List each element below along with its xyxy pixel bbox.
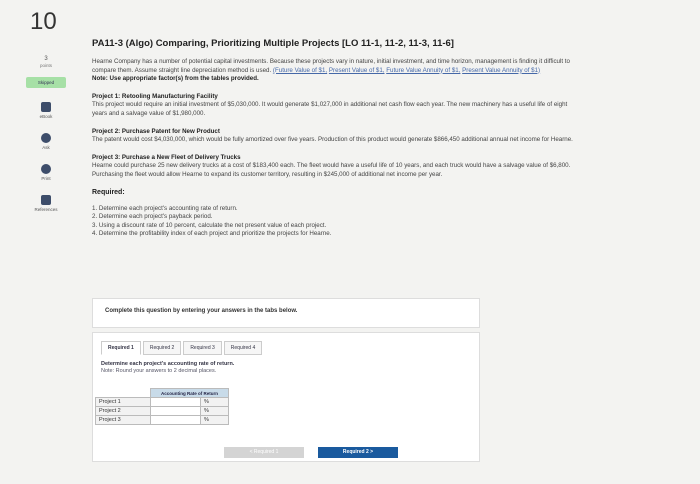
required-heading: Required: xyxy=(92,188,125,196)
intro-note: Note: Use appropriate factor(s) from the… xyxy=(92,75,259,83)
next-required-button[interactable]: Required 2 > xyxy=(318,447,398,458)
project-text: This project would require an initial in… xyxy=(92,101,568,117)
future-value-annuity-link[interactable]: Future Value Annuity of $1, xyxy=(386,67,460,74)
question-page: 10 PA11-3 (Algo) Comparing, Prioritizing… xyxy=(0,0,700,484)
arr-table: Accounting Rate of Return Project 1 % Pr… xyxy=(95,388,229,425)
present-value-link[interactable]: Present Value of $1, xyxy=(329,67,385,74)
required-list: 1. Determine each project's accounting r… xyxy=(92,205,582,238)
print-button[interactable]: Print xyxy=(26,164,66,181)
project-title: Project 2: Purchase Patent for New Produ… xyxy=(92,127,220,135)
project-title: Project 3: Purchase a New Fleet of Deliv… xyxy=(92,153,241,161)
question-number: 10 xyxy=(30,8,57,35)
tab-note: Note: Round your answers to 2 decimal pl… xyxy=(101,368,217,374)
percent-unit: % xyxy=(200,406,229,416)
future-value-link[interactable]: (Future Value of $1, xyxy=(273,67,327,74)
instruction-card: Complete this question by entering your … xyxy=(92,298,480,328)
required-item: 3. Using a discount rate of 10 percent, … xyxy=(92,221,327,229)
required-item: 2. Determine each project's payback peri… xyxy=(92,213,213,221)
print-label: Print xyxy=(41,176,51,181)
ask-icon xyxy=(41,133,51,143)
percent-unit: % xyxy=(200,397,229,407)
table-row: Project 3 % xyxy=(95,415,229,425)
table-row: Project 2 % xyxy=(95,406,229,416)
table-row: Project 1 % xyxy=(95,397,229,407)
points-label: points xyxy=(39,63,52,68)
percent-unit: % xyxy=(200,415,229,425)
instruction-text: Complete this question by entering your … xyxy=(105,308,298,314)
print-icon xyxy=(41,164,51,174)
answer-panel: Required 1 Required 2 Required 3 Require… xyxy=(92,332,480,462)
row-label: Project 2 xyxy=(95,406,151,416)
project-1-arr-input[interactable] xyxy=(150,397,201,407)
tab-prompt: Determine each project's accounting rate… xyxy=(101,361,235,367)
project-1: Project 1: Retooling Manufacturing Facil… xyxy=(92,93,582,119)
ask-label: Ask xyxy=(42,145,50,150)
required-item: 1. Determine each project's accounting r… xyxy=(92,205,238,213)
question-sidebar: 3 points Skipped eBook Ask Print Referen… xyxy=(26,56,66,212)
ebook-button[interactable]: eBook xyxy=(26,102,66,119)
points-value: 3 xyxy=(44,56,48,62)
references-icon xyxy=(41,195,51,205)
arr-column-header: Accounting Rate of Return xyxy=(150,388,229,398)
tab-required-1[interactable]: Required 1 xyxy=(101,341,141,355)
references-button[interactable]: References xyxy=(26,195,66,212)
project-3-arr-input[interactable] xyxy=(150,415,201,425)
previous-required-button[interactable]: < Required 1 xyxy=(224,447,304,458)
intro-paragraph: Hearne Company has a number of potential… xyxy=(92,58,582,84)
ebook-label: eBook xyxy=(39,114,53,119)
tab-required-2[interactable]: Required 2 xyxy=(142,341,182,355)
question-body: Hearne Company has a number of potential… xyxy=(92,58,582,238)
answer-tabs: Required 1 Required 2 Required 3 Require… xyxy=(101,341,264,355)
status-badge: Skipped xyxy=(26,77,66,88)
present-value-annuity-link[interactable]: Present Value Annuity of $1) xyxy=(462,67,540,74)
tab-required-4[interactable]: Required 4 xyxy=(223,341,263,355)
project-2: Project 2: Purchase Patent for New Produ… xyxy=(92,128,582,145)
project-2-arr-input[interactable] xyxy=(150,406,201,416)
ask-button[interactable]: Ask xyxy=(26,133,66,150)
references-label: References xyxy=(34,207,58,212)
project-text: The patent would cost $4,030,000, which … xyxy=(92,136,573,144)
row-label: Project 3 xyxy=(95,415,151,425)
question-title: PA11-3 (Algo) Comparing, Prioritizing Mu… xyxy=(92,38,454,49)
row-label: Project 1 xyxy=(95,397,151,407)
book-icon xyxy=(41,102,51,112)
required-item: 4. Determine the profitability index of … xyxy=(92,229,332,237)
project-3: Project 3: Purchase a New Fleet of Deliv… xyxy=(92,154,582,180)
project-title: Project 1: Retooling Manufacturing Facil… xyxy=(92,92,218,100)
tab-instructions: Determine each project's accounting rate… xyxy=(101,361,234,375)
project-text: Hearne could purchase 25 new delivery tr… xyxy=(92,162,571,178)
tab-required-3[interactable]: Required 3 xyxy=(183,341,222,355)
